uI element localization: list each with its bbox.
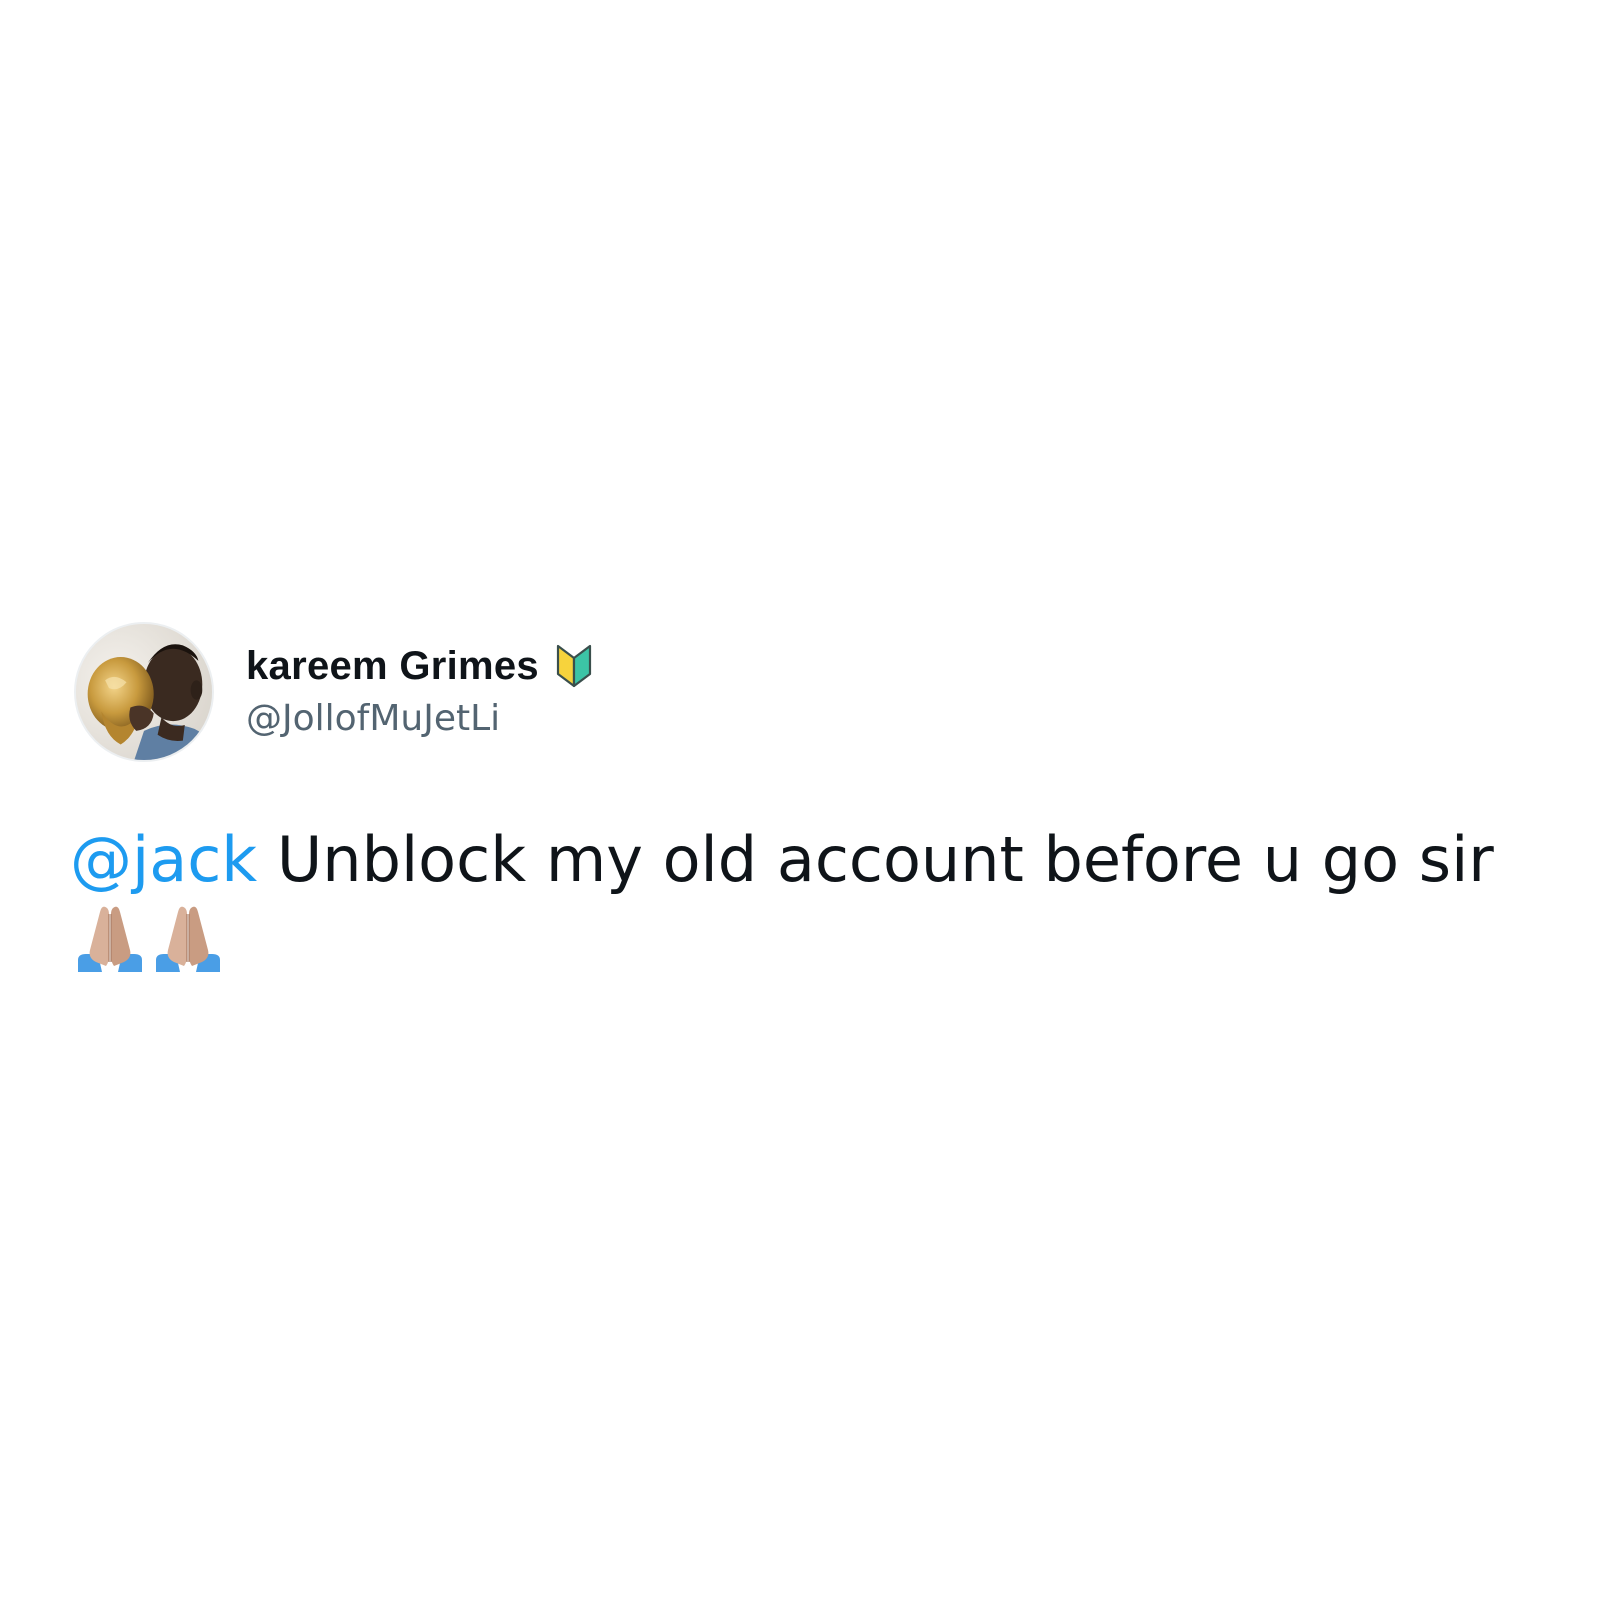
emoji-row	[76, 902, 222, 974]
tweet-text: @jack Unblock my old account before u go…	[70, 820, 1550, 900]
avatar-photo	[76, 624, 212, 760]
tweet-card: kareem Grimes @JollofMuJetLi @jack Unblo…	[0, 0, 1600, 1600]
folded-hands-icon	[78, 906, 142, 972]
mention-link[interactable]: @jack	[70, 823, 257, 896]
folded-hands-icon	[156, 906, 220, 972]
tweet-text-content: Unblock my old account before u go sir	[257, 823, 1494, 896]
author-name-row[interactable]: kareem Grimes	[246, 640, 593, 692]
japanese-beginner-symbol-icon	[555, 643, 593, 689]
avatar[interactable]	[74, 622, 214, 762]
author-handle[interactable]: @JollofMuJetLi	[246, 698, 500, 739]
display-name[interactable]: kareem Grimes	[246, 644, 539, 689]
